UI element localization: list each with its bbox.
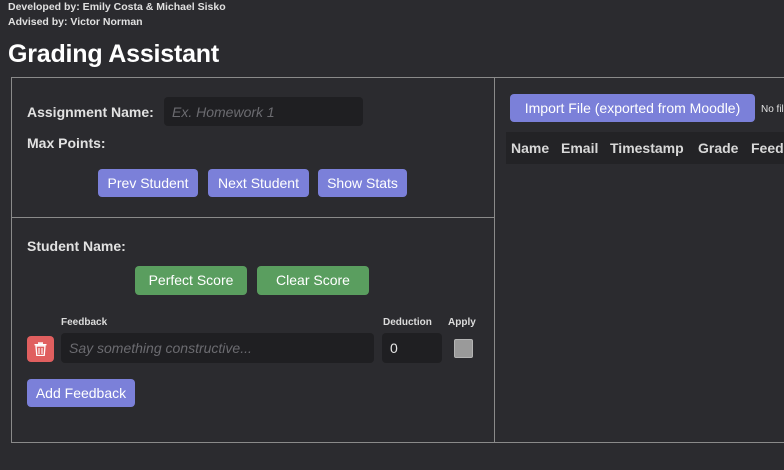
max-points-label: Max Points: (27, 135, 106, 151)
prev-student-button[interactable]: Prev Student (98, 169, 198, 197)
show-stats-button[interactable]: Show Stats (318, 169, 407, 197)
column-header-grade[interactable]: Grade (698, 132, 738, 164)
column-header-feedback[interactable]: Feed (751, 132, 784, 164)
clear-score-button[interactable]: Clear Score (257, 266, 369, 295)
column-header-email[interactable]: Email (561, 132, 598, 164)
advisor-credit: Advised by: Victor Norman (8, 16, 143, 28)
student-panel: Student Name: Perfect Score Clear Score … (12, 219, 494, 442)
column-header-name[interactable]: Name (511, 132, 549, 164)
assignment-name-input[interactable] (164, 97, 363, 126)
delete-feedback-button[interactable] (27, 336, 54, 362)
import-column: Import File (exported from Moodle) No fi… (496, 78, 784, 442)
import-file-button[interactable]: Import File (exported from Moodle) (510, 94, 755, 122)
next-student-button[interactable]: Next Student (208, 169, 309, 197)
add-feedback-button[interactable]: Add Feedback (27, 379, 135, 407)
app-title: Grading Assistant (8, 40, 219, 68)
main-frame: Assignment Name: Max Points: Prev Studen… (11, 77, 784, 443)
deduction-input[interactable] (382, 333, 442, 363)
grading-column: Assignment Name: Max Points: Prev Studen… (12, 78, 495, 442)
apply-checkbox[interactable] (454, 339, 473, 358)
apply-column-header: Apply (448, 317, 476, 328)
feedback-input[interactable] (61, 333, 374, 363)
file-status-text: No fil (761, 104, 784, 115)
deduction-column-header: Deduction (383, 317, 432, 328)
column-header-timestamp[interactable]: Timestamp (610, 132, 684, 164)
assignment-name-label: Assignment Name: (27, 104, 154, 120)
perfect-score-button[interactable]: Perfect Score (135, 266, 247, 295)
assignment-panel: Assignment Name: Max Points: Prev Studen… (12, 78, 494, 218)
feedback-column-header: Feedback (61, 317, 108, 328)
grades-table-header: Name Email Timestamp Grade Feed (506, 132, 784, 164)
trash-icon (34, 342, 47, 356)
student-name-label: Student Name: (27, 238, 126, 254)
developer-credit: Developed by: Emily Costa & Michael Sisk… (8, 1, 226, 13)
